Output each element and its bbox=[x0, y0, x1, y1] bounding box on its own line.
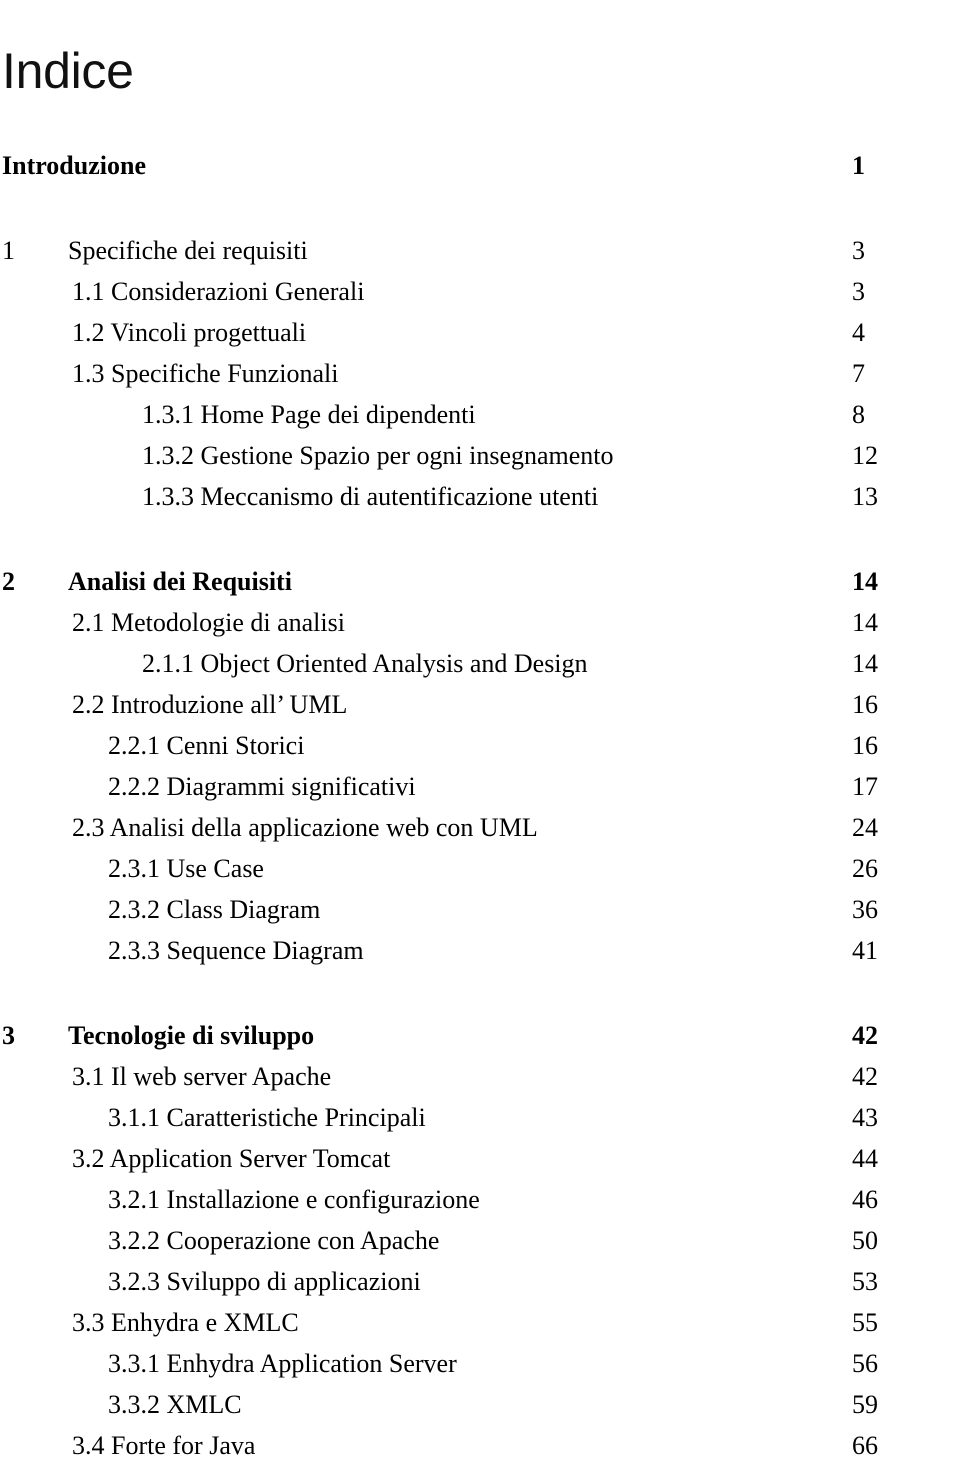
toc-entry-page-number: 42 bbox=[852, 1021, 878, 1050]
toc-entry-page-number: 42 bbox=[852, 1062, 878, 1091]
toc-entry[interactable]: 3.2.1 Installazione e configurazione 46 bbox=[0, 1179, 960, 1220]
toc-entry[interactable]: 2.2.1 Cenni Storici 16 bbox=[0, 725, 960, 766]
toc-entry[interactable]: 2.1.1 Object Oriented Analysis and Desig… bbox=[0, 643, 960, 684]
toc-entry[interactable]: 2.3.1 Use Case 26 bbox=[0, 848, 960, 889]
toc-entry-label: 1.1 Considerazioni Generali bbox=[72, 277, 365, 306]
toc-entry[interactable]: 3.4 Forte for Java 66 bbox=[0, 1425, 960, 1466]
toc-entry[interactable]: 1.3.2 Gestione Spazio per ogni insegname… bbox=[0, 435, 960, 476]
toc-entry[interactable]: 3.3.1 Enhydra Application Server 56 bbox=[0, 1343, 960, 1384]
toc-entry-label: 2.3 Analisi della applicazione web con U… bbox=[72, 813, 538, 842]
document-page: Indice Introduzione 1 1 Specifiche dei requ… bbox=[0, 0, 960, 1460]
toc-entry-page-number: 26 bbox=[852, 854, 878, 883]
toc-entry-label: Specifiche dei requisiti bbox=[68, 236, 308, 265]
toc-entry-label: 3.2.2 Cooperazione con Apache bbox=[108, 1226, 440, 1255]
toc-entry-label: 2.1.1 Object Oriented Analysis and Desig… bbox=[142, 649, 588, 678]
toc-entry[interactable]: 3.1.1 Caratteristiche Principali 43 bbox=[0, 1097, 960, 1138]
toc-entry-label: 3.3.1 Enhydra Application Server bbox=[108, 1349, 457, 1378]
toc-entry[interactable]: 2.3 Analisi della applicazione web con U… bbox=[0, 807, 960, 848]
toc-entry-label: Tecnologie di sviluppo bbox=[68, 1021, 315, 1050]
toc-entry-label: 3.2.3 Sviluppo di applicazioni bbox=[108, 1267, 421, 1296]
toc-entry[interactable]: 2.2 Introduzione all’ UML 16 bbox=[0, 684, 960, 725]
toc-entry-page-number: 55 bbox=[852, 1308, 878, 1337]
toc-entry-label: Introduzione bbox=[2, 151, 146, 180]
toc-entry-page-number: 8 bbox=[852, 400, 865, 429]
toc-entry-page-number: 16 bbox=[852, 731, 878, 760]
toc-entry[interactable]: 1.3.1 Home Page dei dipendenti 8 bbox=[0, 394, 960, 435]
toc-entry[interactable]: 3.2.2 Cooperazione con Apache 50 bbox=[0, 1220, 960, 1261]
toc-entry-page-number: 13 bbox=[852, 482, 878, 511]
toc-entry-page-number: 3 bbox=[852, 236, 865, 265]
toc-entry-page-number: 59 bbox=[852, 1390, 878, 1419]
toc-entry-label: 2.2 Introduzione all’ UML bbox=[72, 690, 348, 719]
toc-entry[interactable]: 1.3 Specifiche Funzionali 7 bbox=[0, 353, 960, 394]
toc-entry-label: 1.3 Specifiche Funzionali bbox=[72, 359, 339, 388]
toc-entry-label: 2.2.2 Diagrammi significativi bbox=[108, 772, 416, 801]
toc-entry[interactable]: 1.3.3 Meccanismo di autentificazione ute… bbox=[0, 476, 960, 517]
toc-entry-page-number: 17 bbox=[852, 772, 878, 801]
toc-group-spacer bbox=[0, 971, 960, 1015]
toc-entry-page-number: 41 bbox=[852, 936, 878, 965]
toc-entry-label: 1.3.3 Meccanismo di autentificazione ute… bbox=[142, 482, 599, 511]
toc-group-spacer bbox=[0, 186, 960, 230]
toc-entry-number: 1 bbox=[2, 236, 15, 265]
toc-entry-page-number: 14 bbox=[852, 567, 878, 596]
toc-entry-page-number: 4 bbox=[852, 318, 865, 347]
toc-entry-label: 3.4 Forte for Java bbox=[72, 1431, 256, 1460]
toc-entry-page-number: 53 bbox=[852, 1267, 878, 1296]
toc-entry[interactable]: 3.3 Enhydra e XMLC 55 bbox=[0, 1302, 960, 1343]
toc-entry-page-number: 66 bbox=[852, 1431, 878, 1460]
toc-entry-label: 2.3.1 Use Case bbox=[108, 854, 264, 883]
toc-entry[interactable]: Introduzione 1 bbox=[0, 145, 960, 186]
toc-entry-page-number: 46 bbox=[852, 1185, 878, 1214]
toc-entry-page-number: 14 bbox=[852, 608, 878, 637]
toc-entry-page-number: 3 bbox=[852, 277, 865, 306]
toc-entry[interactable]: 2.3.2 Class Diagram 36 bbox=[0, 889, 960, 930]
toc-entry-label: 3.1.1 Caratteristiche Principali bbox=[108, 1103, 426, 1132]
toc-entry-number: 3 bbox=[2, 1021, 15, 1050]
toc-entry-page-number: 50 bbox=[852, 1226, 878, 1255]
toc-entry[interactable]: 3.1 Il web server Apache 42 bbox=[0, 1056, 960, 1097]
toc-entry-page-number: 16 bbox=[852, 690, 878, 719]
toc-entry[interactable]: 3.3.2 XMLC 59 bbox=[0, 1384, 960, 1425]
toc-entry[interactable]: 3.2.3 Sviluppo di applicazioni 53 bbox=[0, 1261, 960, 1302]
table-of-contents: Introduzione 1 1 Specifiche dei requisiti 3 1… bbox=[0, 145, 960, 1466]
toc-entry-page-number: 36 bbox=[852, 895, 878, 924]
toc-entry-label: 3.3.2 XMLC bbox=[108, 1390, 242, 1419]
toc-entry-page-number: 1 bbox=[852, 151, 865, 180]
toc-entry-label: 1.3.2 Gestione Spazio per ogni insegname… bbox=[142, 441, 614, 470]
page-title: Indice bbox=[2, 43, 134, 99]
toc-entry-label: 2.1 Metodologie di analisi bbox=[72, 608, 345, 637]
toc-entry-label: 3.2 Application Server Tomcat bbox=[72, 1144, 391, 1173]
toc-entry-label: 3.3 Enhydra e XMLC bbox=[72, 1308, 299, 1337]
toc-entry[interactable]: 3 Tecnologie di sviluppo 42 bbox=[0, 1015, 960, 1056]
toc-entry-label: 1.2 Vincoli progettuali bbox=[72, 318, 307, 347]
toc-entry-label: 2.2.1 Cenni Storici bbox=[108, 731, 305, 760]
toc-entry-label: Analisi dei Requisiti bbox=[68, 567, 292, 596]
toc-entry[interactable]: 1.2 Vincoli progettuali 4 bbox=[0, 312, 960, 353]
toc-entry-label: 2.3.2 Class Diagram bbox=[108, 895, 321, 924]
toc-entry[interactable]: 2.3.3 Sequence Diagram 41 bbox=[0, 930, 960, 971]
toc-entry[interactable]: 3.2 Application Server Tomcat 44 bbox=[0, 1138, 960, 1179]
toc-entry[interactable]: 1.1 Considerazioni Generali 3 bbox=[0, 271, 960, 312]
toc-entry-label: 3.1 Il web server Apache bbox=[72, 1062, 332, 1091]
toc-entry-page-number: 56 bbox=[852, 1349, 878, 1378]
toc-group-spacer bbox=[0, 517, 960, 561]
toc-entry-page-number: 7 bbox=[852, 359, 865, 388]
toc-entry-page-number: 24 bbox=[852, 813, 878, 842]
toc-entry[interactable]: 2 Analisi dei Requisiti 14 bbox=[0, 561, 960, 602]
toc-entry[interactable]: 1 Specifiche dei requisiti 3 bbox=[0, 230, 960, 271]
toc-entry-page-number: 43 bbox=[852, 1103, 878, 1132]
toc-entry-page-number: 44 bbox=[852, 1144, 878, 1173]
toc-entry[interactable]: 2.2.2 Diagrammi significativi 17 bbox=[0, 766, 960, 807]
toc-entry-number: 2 bbox=[2, 567, 15, 596]
toc-entry-page-number: 12 bbox=[852, 441, 878, 470]
toc-entry-label: 1.3.1 Home Page dei dipendenti bbox=[142, 400, 476, 429]
toc-entry-page-number: 14 bbox=[852, 649, 878, 678]
toc-entry-label: 2.3.3 Sequence Diagram bbox=[108, 936, 364, 965]
toc-entry[interactable]: 2.1 Metodologie di analisi 14 bbox=[0, 602, 960, 643]
toc-entry-label: 3.2.1 Installazione e configurazione bbox=[108, 1185, 480, 1214]
